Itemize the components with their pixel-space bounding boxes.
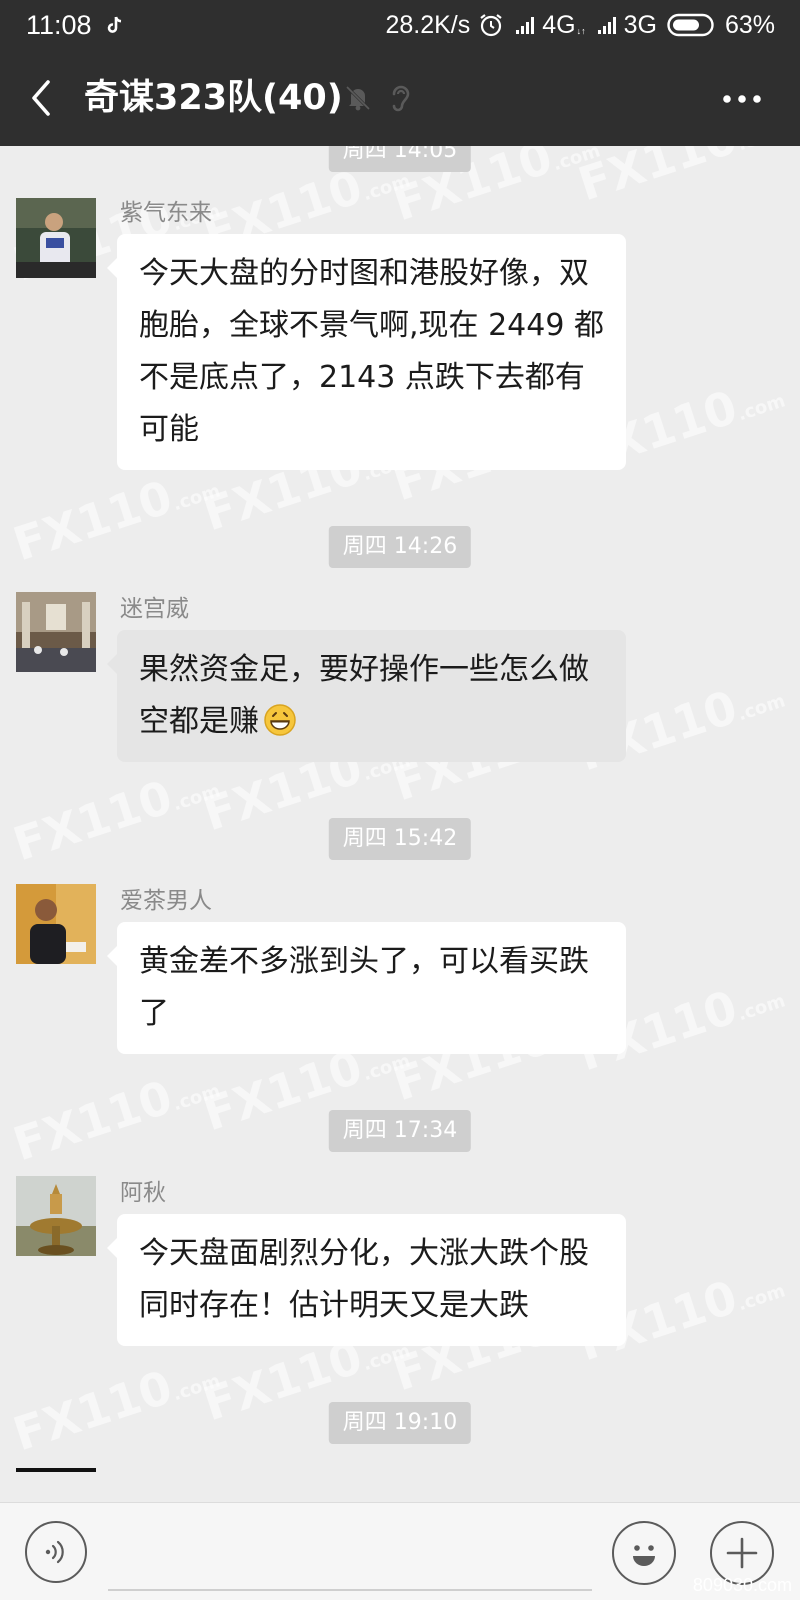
sender-name: 阿秋: [120, 1180, 166, 1206]
site-watermark: 809030.com: [692, 1575, 792, 1595]
grinning-face-icon: [264, 704, 296, 736]
more-icon[interactable]: [722, 94, 762, 104]
battery-icon: [667, 13, 714, 37]
status-right: 28.2K/s 4G ↓↑ 3G 63%: [385, 10, 775, 40]
time-chip: 周四 14:26: [328, 526, 472, 568]
message-bubble[interactable]: 果然资金足，要好操作一些怎么做空都是赚: [107, 630, 626, 762]
alarm-icon: [480, 14, 502, 37]
avatar[interactable]: [16, 1468, 96, 1472]
message-text: 黄金差不多涨到头了，可以看买跌了: [139, 944, 589, 1031]
avatar[interactable]: [16, 1176, 96, 1256]
watermark: FX110.com: [6, 1359, 223, 1462]
message-text: 今天大盘的分时图和港股好像，双胞胎，全球不景气啊,现在 2449 都不是底点了，…: [139, 256, 604, 447]
chat-title: 奇谋323队(40): [84, 78, 343, 118]
chat-area[interactable]: FX110.com FX110.com FX110.com FX110.com …: [0, 146, 800, 1502]
watermark: FX110.com: [6, 1069, 223, 1172]
sender-name: 迷宫威: [120, 596, 189, 622]
avatar-image: [16, 198, 96, 278]
watermark: FX110.com: [571, 146, 788, 212]
message-bubble[interactable]: 今天大盘的分时图和港股好像，双胞胎，全球不景气啊,现在 2449 都不是底点了，…: [107, 234, 626, 470]
voice-button[interactable]: [25, 1521, 87, 1583]
network-1-activity: ↓↑: [576, 26, 586, 36]
time-chip: 周四 19:10: [328, 1402, 472, 1444]
battery-percent: 63%: [724, 11, 775, 39]
network-2-label: 3G: [623, 11, 657, 39]
input-bar: 809030.com: [0, 1502, 800, 1600]
avatar[interactable]: [16, 592, 96, 672]
status-left: 11:08: [26, 10, 126, 40]
status-time: 11:08: [26, 10, 92, 40]
plus-icon: [726, 1537, 758, 1569]
watermark: FX110.com: [6, 469, 223, 572]
mute-icon: [345, 85, 371, 111]
net-speed: 28.2K/s: [385, 11, 471, 39]
ear-icon: [392, 85, 410, 112]
avatar[interactable]: [16, 884, 96, 964]
watermark: FX110.com: [6, 769, 223, 872]
avatar[interactable]: [16, 198, 96, 278]
message-text: 果然资金足，要好操作一些怎么做空都是赚: [139, 652, 589, 739]
voice-icon: [45, 1540, 64, 1564]
sender-name: 爱茶男人: [120, 888, 212, 914]
emoji-icon: [633, 1545, 655, 1566]
avatar-image: [16, 1176, 96, 1256]
tiktok-icon: [107, 16, 121, 33]
message-input[interactable]: [108, 1517, 592, 1591]
back-icon[interactable]: [24, 76, 58, 120]
status-bar: 11:08 28.2K/s 4G ↓↑ 3G 63%: [0, 0, 800, 50]
emoji-button[interactable]: [612, 1521, 676, 1585]
nav-bar: 奇谋323队(40): [0, 50, 800, 146]
message-bubble[interactable]: 今天盘面剧烈分化，大涨大跌个股同时存在！估计明天又是大跌: [107, 1214, 626, 1346]
signal-icon: [597, 17, 616, 34]
time-chip: 周四 15:42: [328, 818, 472, 860]
avatar-image: [16, 592, 96, 672]
message-text: 今天盘面剧烈分化，大涨大跌个股同时存在！估计明天又是大跌: [139, 1236, 589, 1323]
avatar-image: [16, 884, 96, 964]
time-chip: 周四 14:05: [328, 146, 472, 172]
signal-icon: [516, 17, 535, 34]
message-bubble[interactable]: 黄金差不多涨到头了，可以看买跌了: [107, 922, 626, 1054]
network-1-label: 4G: [542, 11, 576, 39]
sender-name: 紫气东来: [120, 200, 212, 226]
time-chip: 周四 17:34: [328, 1110, 472, 1152]
